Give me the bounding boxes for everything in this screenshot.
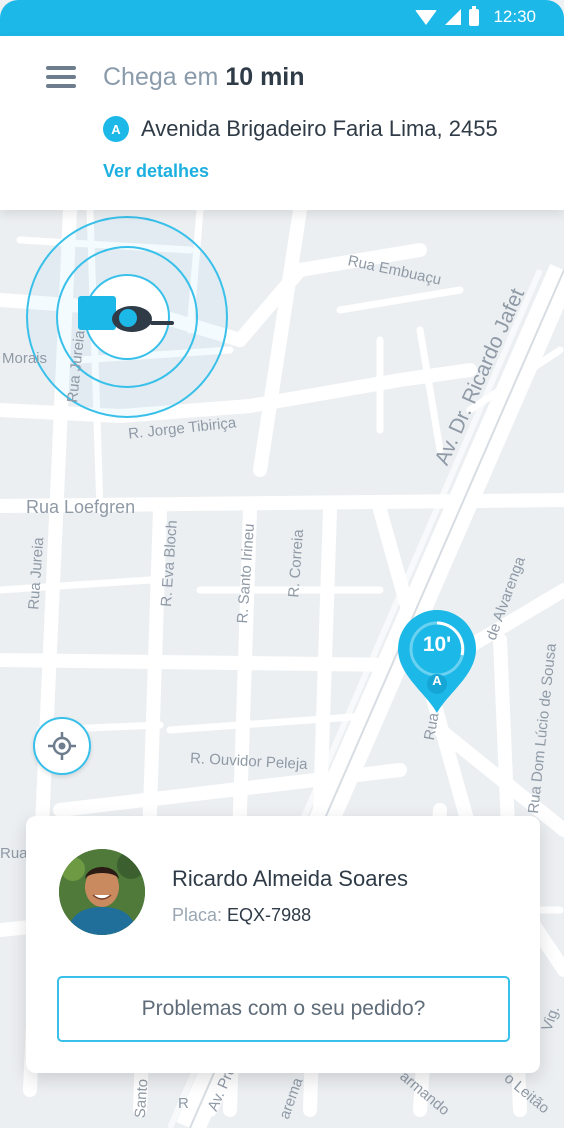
destination-pin[interactable]: 10' A bbox=[396, 609, 478, 715]
driver-card: Ricardo Almeida Soares Placa: EQX-7988 P… bbox=[26, 816, 540, 1073]
address-row: A Avenida Brigadeiro Faria Lima, 2455 bbox=[103, 116, 498, 142]
wifi-icon bbox=[415, 9, 438, 25]
driver-location bbox=[26, 216, 228, 418]
delivery-header: Chega em 10 min A Avenida Brigadeiro Far… bbox=[0, 36, 564, 210]
menu-icon[interactable] bbox=[46, 66, 76, 88]
plate-value: EQX-7988 bbox=[227, 905, 312, 925]
status-bar: 12:30 bbox=[0, 0, 564, 36]
address-marker-icon: A bbox=[103, 116, 129, 142]
street-label: Rua Loefgren bbox=[26, 497, 136, 517]
crosshair-icon bbox=[48, 732, 76, 760]
signal-icon bbox=[445, 9, 462, 25]
street-label: R bbox=[178, 1095, 189, 1112]
my-location-button[interactable] bbox=[33, 717, 91, 775]
eta-prefix: Chega em bbox=[103, 63, 219, 91]
problems-button[interactable]: Problemas com o seu pedido? bbox=[57, 976, 510, 1042]
vehicle-plate: Placa: EQX-7988 bbox=[172, 905, 311, 926]
status-time: 12:30 bbox=[493, 7, 536, 26]
map-pin-icon bbox=[398, 610, 476, 713]
delivery-address: Avenida Brigadeiro Faria Lima, 2455 bbox=[141, 116, 498, 141]
street-label: Rua bbox=[0, 845, 28, 862]
driver-avatar bbox=[59, 849, 145, 935]
delivery-box-icon bbox=[78, 296, 116, 330]
destination-eta: 10' bbox=[422, 633, 452, 656]
details-link[interactable]: Ver detalhes bbox=[103, 161, 209, 182]
street-label: Santo bbox=[131, 1078, 152, 1119]
eta-text: Chega em 10 min bbox=[103, 63, 305, 92]
street-label: Morais bbox=[2, 350, 48, 367]
destination-letter: A bbox=[432, 673, 442, 688]
plate-label: Placa: bbox=[172, 905, 223, 925]
battery-icon bbox=[469, 5, 480, 26]
driver-name: Ricardo Almeida Soares bbox=[172, 866, 409, 891]
eta-value: 10 min bbox=[225, 63, 305, 91]
